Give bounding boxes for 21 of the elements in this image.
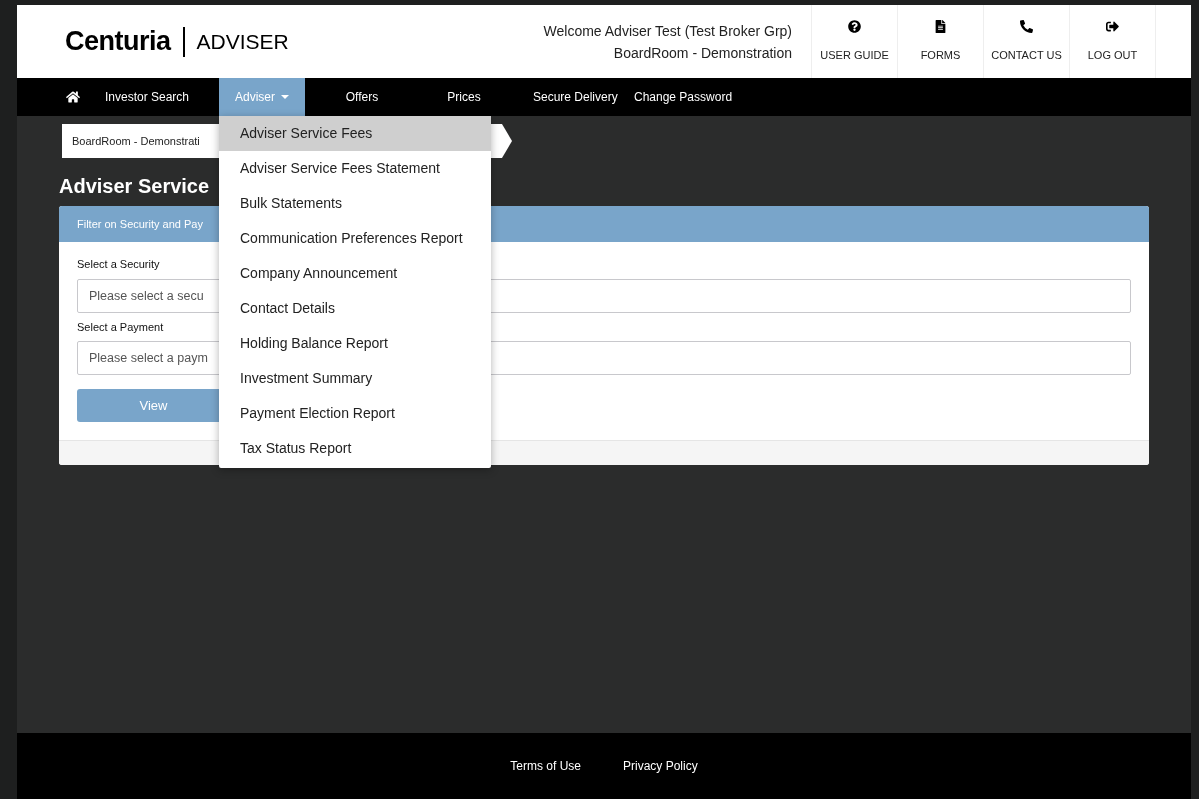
phone-icon [1020,19,1033,33]
page-title: Adviser Service [59,174,211,198]
logout-icon [1106,19,1119,33]
footer-link[interactable]: Terms of Use [510,757,581,775]
nav-tab[interactable]: Prices [419,78,509,116]
nav-tab[interactable]: Offers [305,78,419,116]
menu-item[interactable]: Tax Status Report [219,431,491,466]
menu-item[interactable]: Adviser Service Fees [219,116,491,151]
home-icon [66,90,80,104]
nav-tab[interactable]: Secure Delivery [509,78,634,116]
welcome-text: Welcome Adviser Test (Test Broker Grp) [543,21,792,41]
account-name: BoardRoom - Demonstration [613,43,792,63]
product-name: ADVISER [196,28,289,55]
breadcrumb-arrow-icon [502,124,512,158]
help-icon [848,19,861,33]
field-label: Select a Payment [77,319,165,335]
logo: Centuria [65,25,171,59]
document-icon [934,19,947,33]
footer-link[interactable]: Privacy Policy [623,757,698,775]
nav-tab[interactable]: Change Password [634,78,774,116]
nav-tab[interactable]: Investor Search [105,78,219,116]
